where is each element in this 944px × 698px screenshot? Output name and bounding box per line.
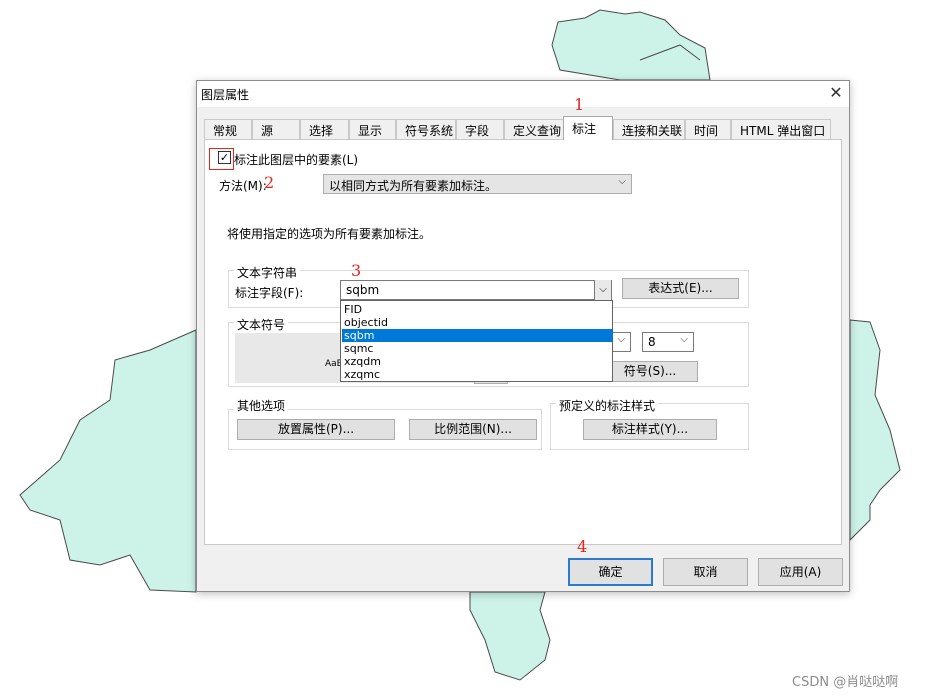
label-field-dropdown-list: FID objectid sqbm sqmc xzqdm xzqmc	[340, 300, 613, 382]
map-polygon-east	[849, 319, 901, 542]
method-select-value: 以相同方式为所有要素加标注。	[329, 179, 498, 193]
label-styles-button[interactable]: 标注样式(Y)...	[583, 419, 717, 440]
method-label: 方法(M):	[219, 179, 267, 193]
tab-symbology[interactable]: 符号系统	[396, 119, 456, 139]
chevron-down-icon: ⌵	[617, 334, 625, 345]
tab-general[interactable]: 常规	[204, 119, 252, 139]
field-option-sqbm[interactable]: sqbm	[342, 329, 613, 342]
scale-range-button[interactable]: 比例范围(N)...	[409, 419, 537, 440]
font-size-select[interactable]: 8 ⌵	[642, 332, 694, 352]
label-features-checkbox[interactable]: ✓	[218, 151, 231, 164]
map-polygon-west	[19, 329, 197, 593]
chevron-down-icon: ⌵	[618, 176, 626, 187]
annotation-4: 4	[577, 537, 588, 556]
chevron-down-icon[interactable]: ⌵	[594, 280, 611, 300]
map-polygon-north	[551, 9, 711, 81]
annotation-2: 2	[264, 173, 275, 192]
tab-selection[interactable]: 选择	[300, 119, 349, 139]
tab-html-popup[interactable]: HTML 弹出窗口	[731, 119, 831, 139]
label-features-checkbox-label[interactable]: 标注此图层中的要素(L)	[234, 151, 358, 168]
field-option-xzqmc[interactable]: xzqmc	[342, 368, 613, 381]
annotation-1: 1	[574, 95, 585, 114]
tab-definition-query[interactable]: 定义查询	[504, 119, 565, 139]
field-option-objectid[interactable]: objectid	[342, 316, 613, 329]
ok-button[interactable]: 确定	[568, 558, 653, 586]
layer-properties-dialog: 图层属性 ✕ 常规 源 选择 显示 符号系统 字段 定义查询 标注 连接和关联 …	[196, 80, 850, 592]
cancel-button[interactable]: 取消	[663, 558, 748, 586]
info-text: 将使用指定的选项为所有要素加标注。	[227, 227, 432, 241]
predefined-styles-group-label: 预定义的标注样式	[556, 397, 659, 414]
expression-button[interactable]: 表达式(E)...	[622, 278, 739, 299]
tab-display[interactable]: 显示	[349, 119, 396, 139]
field-option-xzqdm[interactable]: xzqdm	[342, 355, 613, 368]
tab-source[interactable]: 源	[252, 119, 300, 139]
tab-labels[interactable]: 标注	[563, 116, 613, 140]
field-option-fid[interactable]: FID	[342, 303, 613, 316]
symbol-button[interactable]: 符号(S)...	[602, 361, 698, 382]
text-string-group-label: 文本字符串	[234, 264, 301, 281]
tab-time[interactable]: 时间	[685, 119, 731, 139]
label-field-label: 标注字段(F):	[235, 286, 304, 300]
tab-joins-relates[interactable]: 连接和关联	[613, 119, 685, 139]
apply-button[interactable]: 应用(A)	[758, 558, 843, 586]
annotation-3: 3	[351, 261, 362, 280]
label-field-select-value: sqbm	[346, 283, 380, 297]
text-symbol-group-label: 文本符号	[234, 316, 289, 333]
dialog-title: 图层属性	[201, 88, 250, 102]
chevron-down-icon: ⌵	[680, 334, 688, 345]
close-icon[interactable]: ✕	[824, 82, 848, 104]
font-size-value: 8	[648, 335, 656, 349]
placement-properties-button[interactable]: 放置属性(P)...	[237, 419, 395, 440]
font-name-select[interactable]: ⌵	[611, 332, 631, 352]
watermark: CSDN @肖哒哒啊	[792, 675, 899, 690]
other-options-group-label: 其他选项	[234, 397, 289, 414]
label-field-select[interactable]: sqbm ⌵	[340, 280, 612, 300]
title-bar: 图层属性 ✕	[197, 81, 849, 107]
method-select[interactable]: 以相同方式为所有要素加标注。 ⌵	[323, 174, 632, 194]
tab-fields[interactable]: 字段	[456, 119, 504, 139]
field-option-sqmc[interactable]: sqmc	[342, 342, 613, 355]
map-polygon-south	[469, 591, 551, 681]
